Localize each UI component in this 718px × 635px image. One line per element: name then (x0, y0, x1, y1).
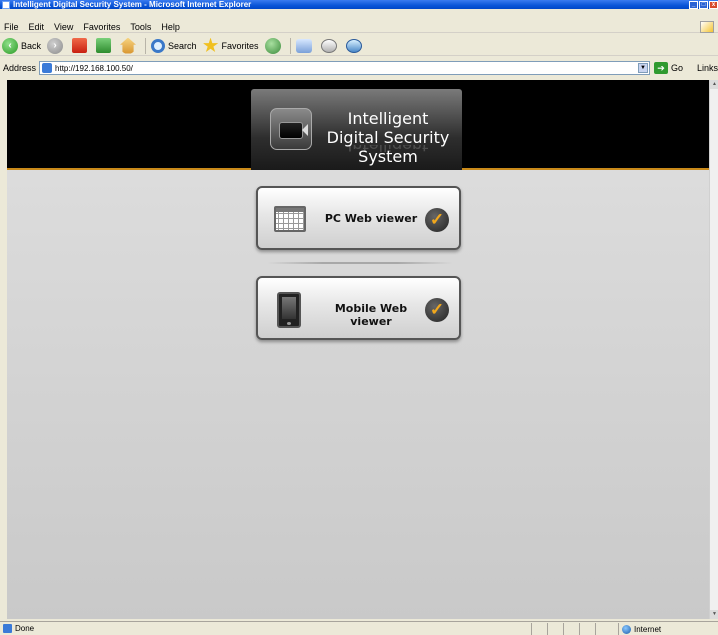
pc-web-viewer-button[interactable]: PC Web viewer ✓ (256, 186, 461, 250)
favorites-label: Favorites (221, 40, 259, 51)
home-button[interactable] (120, 37, 139, 54)
vertical-scrollbar[interactable]: ▲ ▼ (709, 80, 718, 619)
address-input[interactable]: http://192.168.100.50/ ▼ (39, 61, 650, 75)
mail-icon (295, 38, 312, 53)
pc-web-viewer-label: PC Web viewer (324, 212, 418, 225)
checkmark-icon: ✓ (425, 298, 449, 322)
scroll-down-icon[interactable]: ▼ (710, 610, 718, 619)
close-button[interactable]: x (709, 0, 718, 9)
mail-button[interactable] (295, 38, 315, 53)
edit-button[interactable] (345, 38, 365, 53)
toolbar-separator (145, 37, 147, 54)
forward-button[interactable]: › (47, 37, 66, 54)
video-camera-icon (270, 108, 312, 150)
status-bar: Done Internet (0, 621, 718, 635)
status-panel (579, 623, 595, 635)
web-page: Intelligent Digital Security System Inte… (7, 80, 709, 619)
menu-view[interactable]: View (54, 22, 73, 32)
back-label: Back (21, 40, 42, 51)
windows-logo-icon (700, 21, 714, 33)
status-panels (531, 623, 611, 635)
links-toolbar[interactable]: Links (697, 63, 718, 73)
menu-tools[interactable]: Tools (130, 22, 151, 32)
search-icon (151, 38, 166, 53)
security-zone[interactable]: Internet (618, 623, 661, 635)
toolbar-separator (289, 37, 291, 54)
ie-app-icon (2, 0, 10, 9)
go-arrow-icon: ➔ (653, 62, 668, 74)
chevron-down-icon[interactable]: ▼ (637, 63, 648, 73)
printer-icon (320, 38, 337, 53)
window-title-bar[interactable]: Intelligent Digital Security System - Mi… (0, 0, 718, 9)
menu-favorites[interactable]: Favorites (83, 22, 120, 32)
search-label: Search (168, 40, 197, 51)
stop-icon (72, 38, 88, 53)
divider (267, 262, 453, 264)
back-arrow-icon: ‹ (2, 37, 18, 54)
maximize-button[interactable]: □ (699, 0, 708, 9)
go-label: Go (670, 63, 683, 73)
logo-title: Intelligent Digital Security System (326, 109, 450, 166)
scroll-up-icon[interactable]: ▲ (710, 80, 718, 89)
mobile-web-viewer-label: Mobile Web viewer (334, 302, 408, 328)
menu-help[interactable]: Help (161, 22, 180, 32)
status-panel (531, 623, 547, 635)
edit-page-icon (345, 38, 362, 53)
window-controls: _ □ x (689, 0, 718, 9)
print-button[interactable] (320, 38, 340, 53)
logo-panel: Intelligent Digital Security System Inte… (251, 89, 462, 170)
address-bar: Address http://192.168.100.50/ ▼ ➔ Go Li… (0, 60, 718, 76)
star-icon (202, 37, 219, 53)
window-title: Intelligent Digital Security System - Mi… (13, 0, 252, 9)
back-button[interactable]: ‹ Back (2, 37, 42, 54)
home-icon (120, 37, 137, 54)
logo-reflection: Intelligent Digital Security System (347, 145, 429, 155)
forward-arrow-icon: › (47, 37, 64, 54)
refresh-button[interactable] (96, 38, 114, 53)
pc-window-icon (274, 206, 306, 232)
status-panel (595, 623, 611, 635)
page-header: Intelligent Digital Security System Inte… (7, 80, 709, 170)
status-panel (547, 623, 563, 635)
history-button[interactable] (264, 37, 284, 54)
search-button[interactable]: Search (151, 38, 197, 53)
menu-file[interactable]: File (4, 22, 19, 32)
mobile-phone-icon (277, 292, 301, 328)
menu-edit[interactable]: Edit (29, 22, 45, 32)
globe-icon (622, 624, 631, 634)
history-icon (264, 37, 281, 54)
menu-bar: File Edit View Favorites Tools Help (0, 21, 718, 33)
minimize-button[interactable]: _ (689, 0, 698, 9)
go-button[interactable]: ➔ Go (653, 62, 683, 74)
favorites-button[interactable]: Favorites (202, 37, 259, 54)
status-text: Done (15, 624, 35, 633)
checkmark-icon: ✓ (425, 208, 449, 232)
refresh-icon (96, 38, 112, 53)
standard-toolbar: ‹ Back › Search Favorites (0, 36, 718, 56)
status-panel (563, 623, 579, 635)
zone-label: Internet (634, 624, 662, 634)
page-icon (42, 63, 53, 73)
stop-button[interactable] (72, 38, 90, 53)
address-label: Address (3, 63, 37, 73)
mobile-web-viewer-button[interactable]: Mobile Web viewer ✓ (256, 276, 461, 340)
page-done-icon (3, 624, 12, 633)
address-url: http://192.168.100.50/ (55, 63, 133, 73)
